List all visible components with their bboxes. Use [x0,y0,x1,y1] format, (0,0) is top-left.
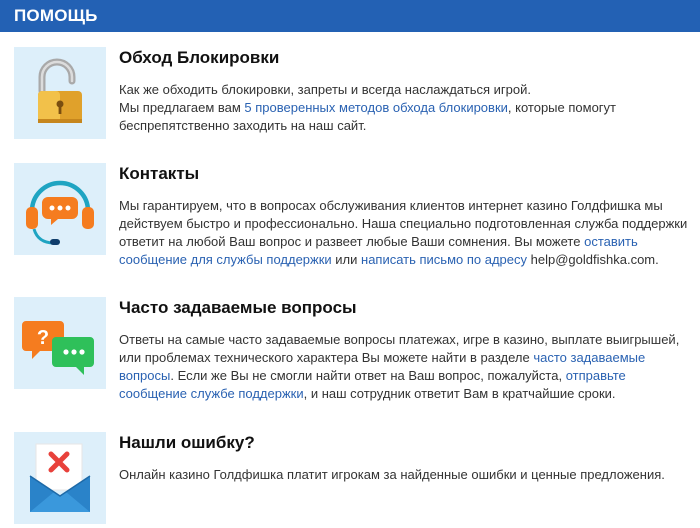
section-text: Онлайн казино Голдфишка платит игрокам з… [119,467,665,482]
envelope-error-icon [14,432,106,524]
page-header: ПОМОЩЬ [0,0,700,32]
unblock-methods-link[interactable]: 5 проверенных методов обхода блокировки [244,100,508,115]
section-title: Нашли ошибку? [119,433,255,452]
section-title: Часто задаваемые вопросы [119,298,357,317]
chat-bubbles-icon: ? [14,297,106,389]
write-email-link[interactable]: написать письмо по адресу [361,252,527,267]
section-text: Как же обходить блокировки, запреты и вс… [119,82,616,133]
section-text: Мы гарантируем, что в вопросах обслужива… [119,198,688,267]
section-title: Обход Блокировки [119,48,280,67]
header-title: ПОМОЩЬ [14,6,98,25]
section-title: Контакты [119,164,200,183]
svg-text:?: ? [37,327,49,349]
headset-icon [14,163,106,255]
padlock-icon [14,47,106,139]
section-text: Ответы на самые часто задаваемые вопросы… [119,332,680,401]
